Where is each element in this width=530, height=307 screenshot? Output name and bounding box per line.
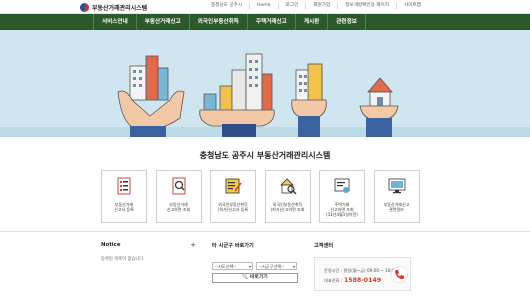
hand-with-apartment-illustration	[291, 63, 327, 137]
service-card-housing-lookup[interactable]: 주택거래 신고하면 조회 (11년4월1일이전)	[319, 170, 365, 223]
main-nav: 서비스안내 부동산거래신고 외국인부동산취득 주택거래신고 게시판 관련정보	[0, 14, 530, 30]
monitor-icon	[388, 178, 405, 194]
document-edit-icon	[225, 178, 242, 194]
info-link[interactable]: 정보개방확인용 재이지	[338, 3, 397, 9]
region-shortcut-title: 타 시군구 바로가기	[212, 243, 254, 249]
taeguk-logo-icon	[80, 2, 89, 12]
top-bar: 부동산거래관리시스템 충청남도 공주시 Home 로그인 회원가입 정보개방확인…	[0, 0, 530, 14]
service-label: 부동산거래 신고하면 조회	[166, 202, 191, 213]
notice-title: Notice	[101, 242, 121, 248]
hero-illustration	[0, 53, 530, 137]
customer-center-box: 운영시간 : 평일(월~금) 09:00 ~ 18:00 대표전화 : 1588…	[314, 257, 411, 291]
service-card-report-lookup[interactable]: 부동산거래 신고하면 조회	[155, 170, 202, 223]
notice-panel: Notice + 등록된 목록이 없습니다.	[101, 241, 196, 262]
login-link[interactable]: 로그인	[279, 3, 307, 9]
service-label: 외국인부동산취득 (허가)신고하면 조회	[270, 202, 305, 213]
utility-links: 충청남도 공주시 Home 로그인 회원가입 정보개방확인용 재이지 사이트맵	[204, 3, 428, 9]
hero-banner	[0, 30, 530, 137]
city-select[interactable]: --시군구선택--	[256, 262, 297, 270]
home-link[interactable]: Home	[250, 3, 279, 9]
page-title: 충청남도 공주시 부동산거래관리시스템	[199, 151, 331, 160]
notice-empty-text: 등록된 목록이 없습니다.	[101, 257, 145, 262]
region-link[interactable]: 충청남도 공주시	[204, 3, 251, 9]
region-shortcut-panel: 타 시군구 바로가기 --시도선택-- --시군구선택-- 🔍 바로가기	[212, 242, 300, 283]
phone-label: 대표전화 :	[324, 278, 343, 283]
house-search-icon	[279, 178, 296, 195]
certificate-icon	[334, 178, 350, 193]
logo-text: 부동산거래관리시스템	[92, 4, 148, 12]
hands-with-buildings-center-illustration	[199, 53, 275, 137]
customer-center-panel: 고객센터 운영시간 : 평일(월~금) 09:00 ~ 18:00 대표전화 :…	[314, 242, 414, 291]
phone-icon	[391, 266, 408, 283]
sitemap-link[interactable]: 사이트맵	[397, 3, 428, 9]
operating-hours: 운영시간 : 평일(월~금) 09:00 ~ 18:00	[324, 268, 398, 273]
notice-more-button[interactable]: +	[190, 241, 196, 249]
nav-item-real-estate-report[interactable]: 부동산거래신고	[137, 14, 190, 30]
service-label: 외국인부동산취득 (허가)신고서 등록	[217, 202, 249, 213]
service-label: 부동산거래신고 관련정보	[383, 202, 410, 213]
phone-number: 1588-0149	[344, 277, 382, 284]
service-card-report-register[interactable]: 부동산거래 신고서 등록	[101, 170, 147, 223]
shortcut-go-button[interactable]: 🔍 바로가기	[212, 273, 298, 283]
province-select[interactable]: --시도선택--	[212, 262, 253, 270]
section-divider	[0, 231, 530, 232]
signup-link[interactable]: 회원가입	[306, 3, 339, 9]
service-menu: 부동산거래 신고서 등록 부동산거래 신고하면 조회 외국인부동산취득 (허가)신고서…	[101, 170, 420, 223]
site-logo[interactable]: 부동산거래관리시스템	[80, 2, 147, 12]
nav-item-related-info[interactable]: 관련정보	[328, 14, 366, 30]
service-card-foreigner-lookup[interactable]: 외국인부동산취득 (허가)신고하면 조회	[264, 170, 311, 223]
service-card-foreigner-register[interactable]: 외국인부동산취득 (허가)신고서 등록	[210, 170, 256, 223]
nav-item-foreigner-acquisition[interactable]: 외국인부동산취득	[190, 14, 248, 30]
service-label: 주택거래 신고하면 조회 (11년4월1일이전)	[326, 202, 358, 218]
service-label: 부동산거래 신고서 등록	[114, 202, 134, 213]
hands-with-buildings-left-illustration	[117, 55, 185, 137]
document-search-icon	[172, 177, 185, 195]
nav-item-board[interactable]: 게시판	[296, 14, 329, 30]
nav-item-housing-report[interactable]: 주택거래신고	[248, 14, 296, 30]
customer-center-title: 고객센터	[314, 243, 334, 249]
nav-item-service-guide[interactable]: 서비스안내	[93, 14, 137, 30]
document-list-icon	[117, 177, 131, 195]
service-card-related-info[interactable]: 부동산거래신고 관련정보	[373, 170, 420, 223]
